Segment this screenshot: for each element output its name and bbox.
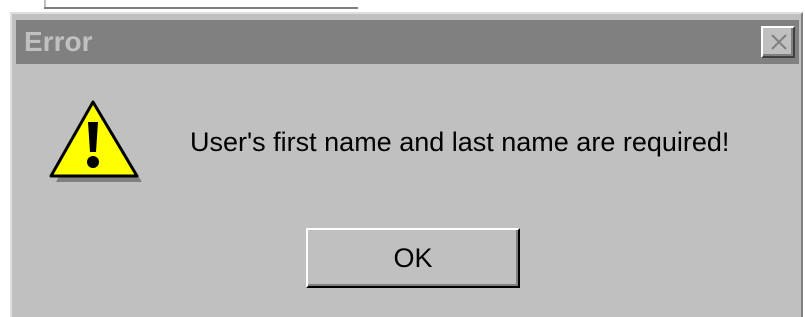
ok-button[interactable]: OK <box>306 228 520 288</box>
close-button[interactable] <box>761 26 795 58</box>
background-window-edge <box>44 0 358 9</box>
error-dialog: Error User's first name and last name ar… <box>10 12 803 317</box>
error-message: User's first name and last name are requ… <box>190 127 730 157</box>
dialog-title: Error <box>24 26 93 57</box>
warning-icon <box>49 100 142 182</box>
dialog-titlebar[interactable]: Error <box>16 20 799 64</box>
close-icon <box>771 34 787 50</box>
